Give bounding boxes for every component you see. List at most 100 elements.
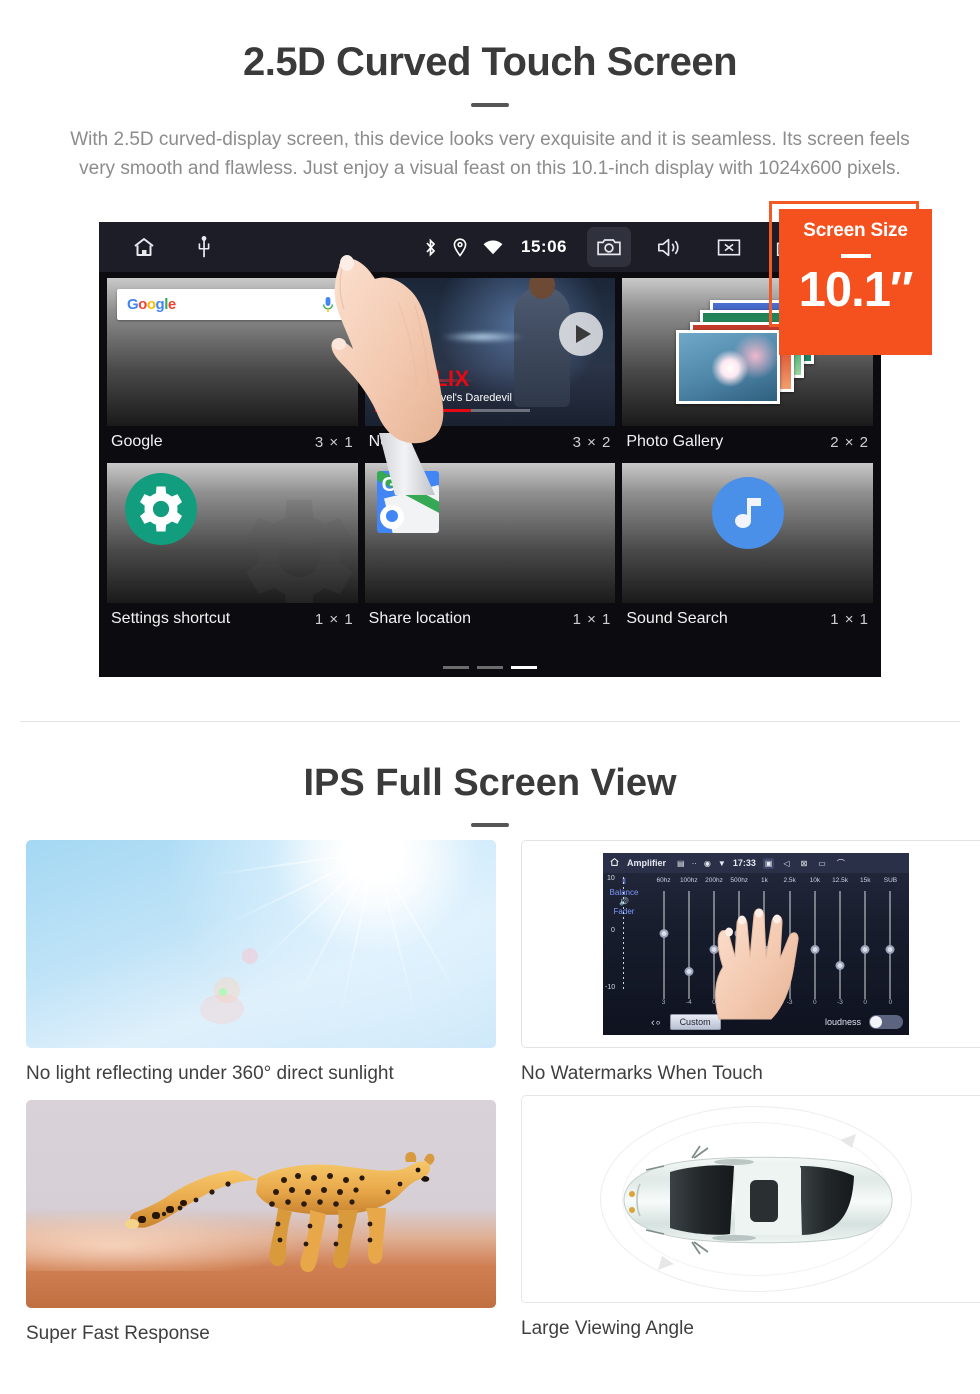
title-underline [471,103,509,107]
widget-label: Netflix [368,433,414,450]
music-note-icon [711,477,784,549]
location-icon [453,237,467,257]
amplifier-screenshot: Amplifier ▤ ·· ◉ ▼ 17:33 ▣ ◁ ⊠ ▭ ⌒ ⦀ Bal… [521,840,980,1048]
widget-picker-grid: Google Google 3 × 1 NETFLIX Continue Mar… [99,272,881,638]
band-slider[interactable] [853,891,878,999]
widget-label: Sound Search [626,610,728,627]
google-search-bar[interactable]: Google [117,289,344,320]
widget-row-1: Google Google 3 × 1 NETFLIX Continue Mar… [107,278,874,461]
slider-knob[interactable] [885,945,895,954]
page-dot[interactable] [443,666,469,669]
page-dot-active[interactable] [511,666,537,669]
usb-icon [197,236,211,258]
home-icon[interactable] [609,857,620,869]
scale-top: 10 [607,875,615,882]
band-value: 0 [863,999,868,1006]
netflix-brand: NETFLIX [374,366,470,391]
band-label: 15k [859,876,871,884]
close-icon[interactable] [707,227,751,267]
band-value: 0 [888,999,893,1006]
section-description: With 2.5D curved-display screen, this de… [70,129,910,179]
widget-label: Settings shortcut [111,610,231,627]
section2-title: IPS Full Screen View [303,762,677,804]
close-icon[interactable]: ⊠ [799,858,810,869]
band-labels: 60hz 100hz 200hz 500hz 1k 2.5k 10k 12.5k 15k SUB [651,873,903,887]
sound-search-widget[interactable] [622,463,874,603]
camera-icon[interactable]: ▣ [762,857,775,869]
band-label: 1k [760,876,768,884]
band-slider[interactable] [827,891,852,999]
location-icon: ◉ [703,858,711,868]
band-label: 10k [809,876,821,884]
share-location-widget[interactable]: G [364,463,616,603]
slider-knob[interactable] [860,945,870,954]
balance-label[interactable]: Balance [603,888,645,897]
amplifier-status-bar: Amplifier ▤ ·· ◉ ▼ 17:33 ▣ ◁ ⊠ ▭ ⌒ [603,853,909,873]
page-indicator[interactable] [443,666,537,669]
band-slider[interactable] [878,891,903,999]
tile-large-viewing-angle: Large Viewing Angle [521,1095,980,1340]
widget-settings-shortcut[interactable]: Settings shortcut 1 × 1 [107,463,358,638]
widget-size: 3 × 2 [572,433,612,451]
slider-knob[interactable] [659,928,669,938]
fader-label[interactable]: Fader [603,907,645,916]
google-search-widget[interactable]: Google [107,278,358,426]
widget-size: 1 × 1 [314,610,354,628]
fader-icon[interactable]: 🔊 [619,897,629,906]
band-value: -3 [837,999,843,1006]
cheetah-illustration [125,1152,435,1272]
settings-shortcut-widget[interactable] [107,463,358,603]
tile-caption: No light reflecting under 360° direct su… [26,1063,394,1084]
microphone-icon[interactable] [322,296,334,314]
widget-size: 1 × 1 [830,610,870,628]
google-logo: Google [127,296,176,313]
badge-value: 10.1″ [798,263,914,317]
badge-underline [840,254,871,258]
band-slider[interactable] [651,891,676,999]
prev-preset-icon[interactable]: ‹∘ [651,1016,662,1029]
tile-caption: Super Fast Response [26,1323,210,1344]
gallery-icon[interactable]: ▤ [677,859,685,868]
widget-netflix[interactable]: NETFLIX Continue Marvel's Daredevil Netf… [364,278,616,461]
car-top-view-image [521,1095,980,1303]
band-slider[interactable] [676,891,701,999]
curved-touch-screen-section: 2.5D Curved Touch Screen With 2.5D curve… [0,0,980,722]
gear-icon-backdrop [218,481,358,603]
band-label: 100hz [679,876,698,884]
page-dot[interactable] [477,666,503,669]
tile-no-watermarks: Amplifier ▤ ·· ◉ ▼ 17:33 ▣ ◁ ⊠ ▭ ⌒ ⦀ Bal… [521,840,980,1085]
recents-icon[interactable]: ▭ [816,858,828,869]
widget-google[interactable]: Google Google 3 × 1 [107,278,358,461]
widget-size: 2 × 2 [830,433,870,451]
netflix-widget[interactable]: NETFLIX Continue Marvel's Daredevil [364,278,616,426]
amplifier-side-controls: ⦀ Balance 🔊 Fader [603,873,645,1035]
slider-knob[interactable] [835,961,845,971]
scale-bottom: -10 [605,984,616,991]
widget-sound-search[interactable]: Sound Search 1 × 1 [622,463,874,638]
loudness-label: loudness [824,1017,861,1027]
home-icon[interactable] [131,235,157,259]
amplifier-title: Amplifier [627,858,667,868]
wifi-icon: ▼ [717,858,726,868]
more-icon[interactable]: ·· [692,859,697,868]
tile-super-fast-response: Super Fast Response [26,1100,496,1345]
band-label: 12.5k [832,876,848,884]
tile-caption: Large Viewing Angle [521,1318,694,1339]
page-title: 2.5D Curved Touch Screen [242,40,738,84]
volume-icon[interactable]: ◁ [781,858,791,869]
netflix-caption: Continue Marvel's Daredevil [374,392,512,404]
slider-knob[interactable] [684,966,694,976]
screen-size-badge: Screen Size 10.1″ [779,209,932,355]
blue-sky-image [26,840,496,1048]
loudness-toggle[interactable] [869,1015,903,1029]
widget-share-location[interactable]: G Share location 1 × 1 [364,463,616,638]
band-label: SUB [883,876,898,884]
back-icon[interactable]: ⌒ [835,857,847,870]
play-button-icon[interactable] [559,312,604,356]
camera-icon[interactable] [587,227,631,267]
band-label: 2.5k [783,876,796,884]
volume-icon[interactable] [647,227,691,267]
widget-size: 3 × 1 [314,433,354,451]
widget-size: 1 × 1 [572,610,612,628]
android-status-bar: 15:06 [99,222,881,272]
